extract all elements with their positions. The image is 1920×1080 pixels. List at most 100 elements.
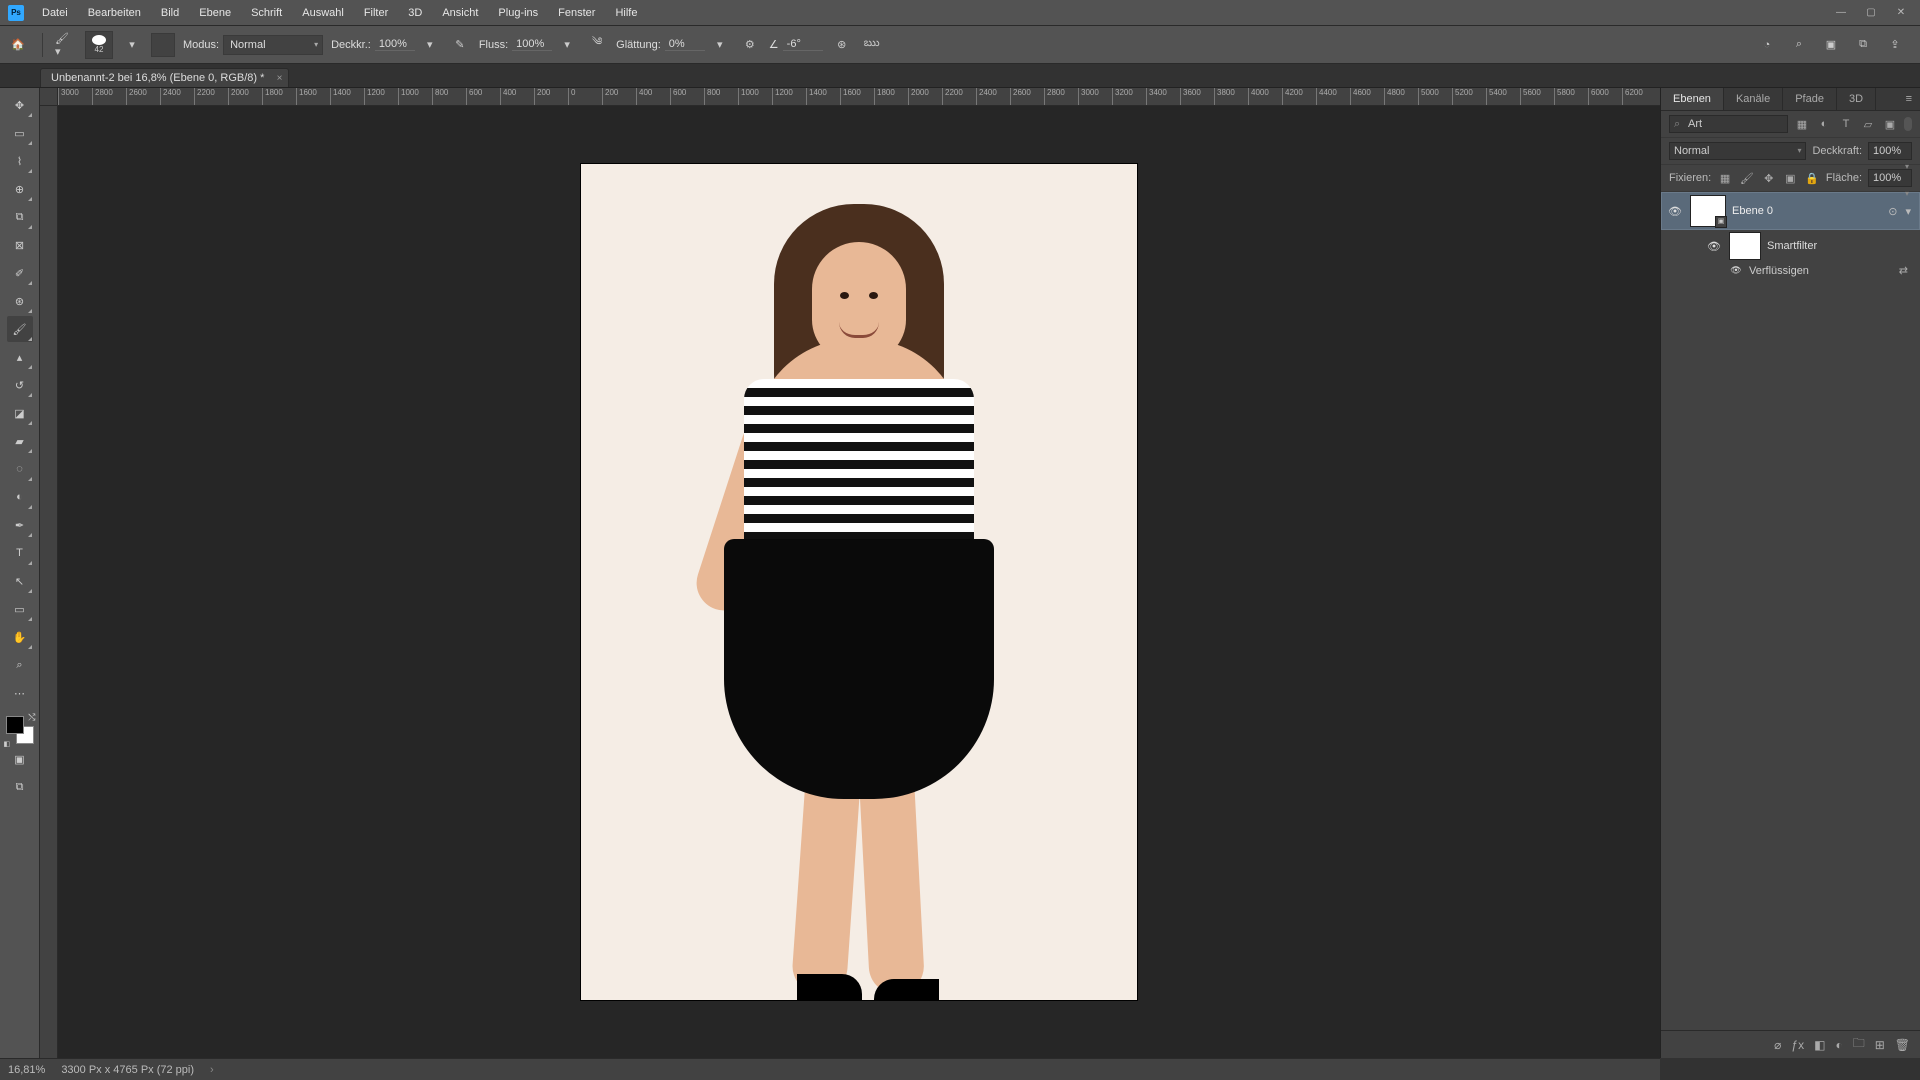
- edit-toolbar[interactable]: ⋯: [7, 680, 33, 706]
- menu-plugins[interactable]: Plug-ins: [488, 0, 548, 26]
- cloud-docs-icon[interactable]: ◔: [1756, 34, 1778, 56]
- minimize-button[interactable]: —: [1826, 3, 1856, 23]
- smartfilter-verfluessigen[interactable]: 👁 Verflüssigen ⇄: [1661, 262, 1920, 279]
- tab-kanaele[interactable]: Kanäle: [1724, 88, 1783, 110]
- crop-tool[interactable]: ⧉: [7, 204, 33, 230]
- quickmask-toggle[interactable]: ▣: [7, 746, 33, 772]
- history-brush-tool[interactable]: ↺: [7, 372, 33, 398]
- menu-bild[interactable]: Bild: [151, 0, 189, 26]
- delete-layer-icon[interactable]: 🗑: [1895, 1038, 1910, 1052]
- horizontal-ruler[interactable]: 3000280026002400220020001800160014001200…: [58, 88, 1660, 106]
- quickmask-icon[interactable]: ▣: [1820, 34, 1842, 56]
- zoom-level[interactable]: 16,81%: [8, 1064, 45, 1076]
- canvas[interactable]: [58, 106, 1660, 1058]
- layer-name[interactable]: Ebene 0: [1732, 205, 1884, 217]
- lock-position-icon[interactable]: ✥: [1761, 170, 1777, 186]
- pen-tool[interactable]: ✒: [7, 512, 33, 538]
- smoothing-value[interactable]: 0%: [665, 38, 705, 51]
- blend-mode-dropdown[interactable]: Normal: [223, 35, 323, 55]
- flow-dropdown-icon[interactable]: ▾: [556, 34, 578, 56]
- maximize-button[interactable]: ▢: [1856, 3, 1886, 23]
- brush-preset-picker[interactable]: 42: [85, 31, 113, 59]
- lock-all-icon[interactable]: 🔒: [1804, 170, 1820, 186]
- home-button[interactable]: 🏠: [6, 33, 30, 57]
- blur-tool[interactable]: ◌: [7, 456, 33, 482]
- layer-ebene0[interactable]: 👁 ▣ Ebene 0 ⊙ ▾: [1661, 192, 1920, 230]
- layer-mask-icon[interactable]: ◧: [1814, 1038, 1825, 1052]
- filter-smart-icon[interactable]: ▣: [1882, 116, 1898, 132]
- pressure-opacity-icon[interactable]: ✎: [449, 34, 471, 56]
- search-icon[interactable]: ⌕: [1788, 34, 1810, 56]
- tab-3d[interactable]: 3D: [1837, 88, 1876, 110]
- foreground-color[interactable]: [6, 716, 24, 734]
- type-tool[interactable]: T: [7, 540, 33, 566]
- smartfilter-visibility-icon[interactable]: 👁: [1705, 240, 1723, 253]
- fill-value[interactable]: 100%: [1868, 169, 1912, 187]
- layer-opacity-value[interactable]: 100%: [1868, 142, 1912, 160]
- layer-style-icon[interactable]: ƒx: [1791, 1038, 1804, 1052]
- menu-fenster[interactable]: Fenster: [548, 0, 605, 26]
- swap-colors-icon[interactable]: ⤭: [28, 712, 35, 723]
- layer-thumbnail[interactable]: ▣: [1690, 195, 1726, 227]
- new-group-icon[interactable]: 🗀: [1853, 1034, 1865, 1055]
- filter-image-icon[interactable]: ▦: [1794, 116, 1810, 132]
- move-tool[interactable]: ✥: [7, 92, 33, 118]
- menu-hilfe[interactable]: Hilfe: [605, 0, 647, 26]
- eyedropper-tool[interactable]: ✐: [7, 260, 33, 286]
- filter-adjust-icon[interactable]: ◐: [1816, 116, 1832, 132]
- menu-ansicht[interactable]: Ansicht: [432, 0, 488, 26]
- status-menu-icon[interactable]: ›: [210, 1064, 214, 1076]
- menu-filter[interactable]: Filter: [354, 0, 398, 26]
- new-layer-icon[interactable]: ⊞: [1875, 1038, 1885, 1052]
- filter-toggle-icon[interactable]: [1904, 117, 1912, 131]
- layer-collapse-icon[interactable]: ▾: [1901, 205, 1915, 218]
- airbrush-icon[interactable]: ༄: [586, 34, 608, 56]
- menu-bearbeiten[interactable]: Bearbeiten: [78, 0, 151, 26]
- menu-auswahl[interactable]: Auswahl: [292, 0, 354, 26]
- dodge-tool[interactable]: ◐: [7, 484, 33, 510]
- brush-dropdown-icon[interactable]: ▾: [121, 34, 143, 56]
- ruler-origin[interactable]: [40, 88, 58, 106]
- marquee-tool[interactable]: ▭: [7, 120, 33, 146]
- tool-preset-picker[interactable]: 🖌 ▾: [55, 34, 77, 56]
- screen-mode-tool[interactable]: ⧉: [7, 774, 33, 800]
- layer-blend-mode[interactable]: Normal: [1669, 142, 1806, 160]
- opacity-value[interactable]: 100%: [375, 38, 415, 51]
- zoom-tool[interactable]: ⌕: [7, 652, 33, 678]
- gradient-tool[interactable]: ▰: [7, 428, 33, 454]
- quick-select-tool[interactable]: ⊕: [7, 176, 33, 202]
- lock-artboard-icon[interactable]: ▣: [1783, 170, 1799, 186]
- layer-filter-type[interactable]: Art: [1669, 115, 1788, 133]
- close-button[interactable]: ✕: [1886, 3, 1916, 23]
- lock-transparent-icon[interactable]: ▦: [1717, 170, 1733, 186]
- shape-tool[interactable]: ▭: [7, 596, 33, 622]
- menu-3d[interactable]: 3D: [398, 0, 432, 26]
- frame-tool[interactable]: ⊠: [7, 232, 33, 258]
- opacity-dropdown-icon[interactable]: ▾: [419, 34, 441, 56]
- panel-menu-icon[interactable]: ≡: [1898, 88, 1920, 110]
- filter-blending-options-icon[interactable]: ⇄: [1899, 264, 1916, 277]
- lasso-tool[interactable]: ⌇: [7, 148, 33, 174]
- screenmode-icon[interactable]: ⧉: [1852, 34, 1874, 56]
- visibility-toggle-icon[interactable]: 👁: [1666, 205, 1684, 218]
- flow-value[interactable]: 100%: [512, 38, 552, 51]
- pressure-size-icon[interactable]: ⊛: [831, 34, 853, 56]
- healing-tool[interactable]: ⊛: [7, 288, 33, 314]
- lock-pixels-icon[interactable]: 🖌: [1739, 170, 1755, 186]
- layer-expand-icon[interactable]: ⊙: [1884, 205, 1901, 218]
- menu-datei[interactable]: Datei: [32, 0, 78, 26]
- link-layers-icon[interactable]: ⌀: [1774, 1038, 1781, 1052]
- clone-tool[interactable]: ▴: [7, 344, 33, 370]
- menu-ebene[interactable]: Ebene: [189, 0, 241, 26]
- filter-shape-icon[interactable]: ▱: [1860, 116, 1876, 132]
- verfluessigen-visibility-icon[interactable]: 👁: [1729, 265, 1743, 276]
- symmetry-icon[interactable]: ఋ: [861, 34, 883, 56]
- smoothing-options-icon[interactable]: ⚙: [739, 34, 761, 56]
- path-select-tool[interactable]: ↖: [7, 568, 33, 594]
- smoothing-dropdown-icon[interactable]: ▾: [709, 34, 731, 56]
- share-icon[interactable]: ⇪: [1884, 34, 1906, 56]
- filter-type-icon[interactable]: T: [1838, 116, 1854, 132]
- hand-tool[interactable]: ✋: [7, 624, 33, 650]
- close-tab-icon[interactable]: ×: [277, 73, 283, 84]
- smartfilter-row[interactable]: 👁 Smartfilter: [1661, 230, 1920, 262]
